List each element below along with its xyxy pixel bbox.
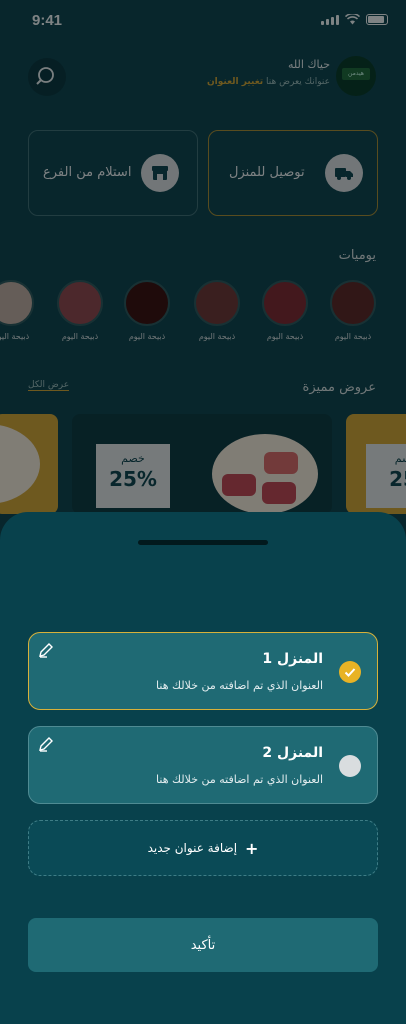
- add-address-label: إضافة عنوان جديد: [147, 841, 238, 855]
- address-desc: العنوان الذي تم اضافته من خلالك هنا: [156, 679, 323, 692]
- confirm-button[interactable]: تأكيد: [28, 918, 378, 972]
- edit-icon[interactable]: [37, 735, 55, 753]
- add-address-button[interactable]: إضافة عنوان جديد +: [28, 820, 378, 876]
- address-desc: العنوان الذي تم اضافته من خلالك هنا: [156, 773, 323, 786]
- radio-selected-icon[interactable]: [339, 661, 361, 683]
- address-card-home-1[interactable]: المنزل 1 العنوان الذي تم اضافته من خلالك…: [28, 632, 378, 710]
- radio-unselected-icon[interactable]: [339, 755, 361, 777]
- address-name: المنزل 2: [262, 745, 323, 761]
- sheet-drag-handle[interactable]: [138, 540, 268, 545]
- address-card-home-2[interactable]: المنزل 2 العنوان الذي تم اضافته من خلالك…: [28, 726, 378, 804]
- plus-icon: +: [245, 838, 259, 858]
- edit-icon[interactable]: [37, 641, 55, 659]
- address-name: المنزل 1: [262, 651, 323, 667]
